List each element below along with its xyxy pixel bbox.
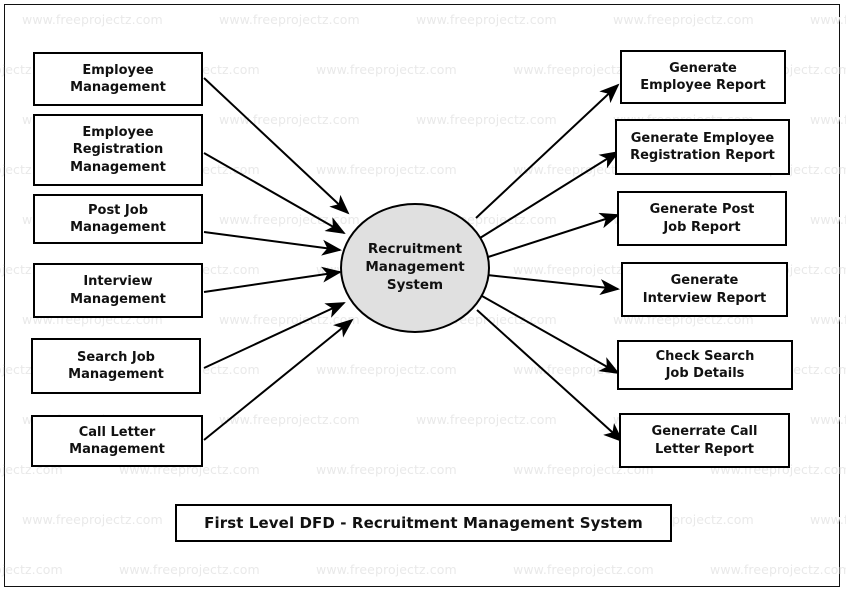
entity-generate-employee-report[interactable]: Generate Employee Report (620, 50, 786, 104)
entity-label-line2: Registration (72, 142, 164, 158)
dfd-diagram-canvas: www.freeprojectz.com www.freeprojectz.com… (0, 0, 846, 593)
entity-label-line2: Registration Report (630, 148, 775, 163)
entity-search-job-management[interactable]: Search Job Management (31, 338, 201, 394)
entity-label-line3: Management (70, 159, 166, 175)
entity-label-line1: Generrate Call (651, 424, 758, 440)
entity-label: Generate Post Job Report (645, 201, 760, 236)
entity-label-line2: Job Report (663, 219, 741, 235)
process-label-line1: Recruitment (367, 241, 463, 258)
entity-label-line2: Management (69, 442, 165, 457)
watermark-text: www.freeprojectz.com (513, 562, 654, 577)
flow-process-to-generate-employee-report (475, 83, 620, 219)
entity-label-line2: Management (70, 291, 166, 307)
flow-search-job-to-process (203, 302, 346, 369)
watermark-text: www.freeprojectz.com (810, 512, 846, 527)
flow-process-to-generate-employee-registration-report (479, 150, 620, 239)
entity-label-line2: Management (70, 80, 166, 95)
entity-label-line2: Management (68, 367, 164, 382)
watermark-text: www.freeprojectz.com (613, 12, 754, 27)
entity-label-line1: Call Letter (78, 424, 156, 440)
watermark-text: www.freeprojectz.com (416, 112, 557, 127)
entity-label-line1: Generate (669, 60, 737, 76)
entity-label-line2: Management (70, 220, 166, 235)
entity-label: Employee Registration Management (65, 124, 171, 176)
flow-interview-to-process (203, 266, 342, 293)
entity-label-line1: Search Job (77, 349, 155, 365)
entity-label-line1: Interview (83, 274, 153, 290)
watermark-text: www.freeprojectz.com (316, 362, 457, 377)
entity-check-search-job-details[interactable]: Check Search Job Details (617, 340, 793, 390)
entity-label: Generate Employee Report (635, 60, 770, 95)
watermark-text: www.freeprojectz.com (810, 412, 846, 427)
flow-post-job-to-process (203, 231, 342, 256)
entity-label: Search Job Management (63, 349, 169, 384)
flow-employee-management-to-process (203, 77, 350, 215)
flow-call-letter-to-process (203, 318, 354, 441)
flow-process-to-generate-interview-report (486, 274, 620, 296)
watermark-text: www.freeprojectz.com (710, 562, 846, 577)
watermark-text: www.freeprojectz.com (22, 512, 163, 527)
flow-process-to-generate-call-letter-report (476, 309, 624, 443)
watermark-text: www.freeprojectz.com (316, 462, 457, 477)
watermark-text: www.freeprojectz.com (0, 562, 63, 577)
entity-label: Generate Employee Registration Report (625, 130, 780, 165)
watermark-text: www.freeprojectz.com (219, 412, 360, 427)
flow-process-to-generate-post-job-report (484, 212, 620, 259)
watermark-text: www.freeprojectz.com (810, 112, 846, 127)
watermark-text: www.freeprojectz.com (22, 12, 163, 27)
diagram-title: First Level DFD - Recruitment Management… (204, 514, 643, 532)
watermark-text: www.freeprojectz.com (316, 562, 457, 577)
entity-generate-employee-registration-report[interactable]: Generate Employee Registration Report (615, 119, 790, 175)
entity-label: Generrate Call Letter Report (647, 423, 763, 458)
entity-label-line1: Post Job (87, 202, 148, 218)
entity-interview-management[interactable]: Interview Management (33, 263, 203, 318)
entity-label-line2: Employee Report (640, 78, 766, 93)
entity-label: Employee Management (65, 62, 171, 97)
entity-label-line2: Letter Report (655, 441, 754, 457)
entity-label-line1: Employee (82, 62, 154, 78)
entity-label-line1: Check Search (655, 348, 755, 364)
entity-label: Call Letter Management (64, 424, 170, 459)
watermark-text: www.freeprojectz.com (810, 312, 846, 327)
watermark-text: www.freeprojectz.com (219, 212, 360, 227)
process-label-line3: System (386, 276, 444, 293)
entity-label: Post Job Management (65, 202, 171, 237)
watermark-text: www.freeprojectz.com (810, 212, 846, 227)
watermark-text: www.freeprojectz.com (219, 312, 360, 327)
entity-label-line2: Interview Report (642, 290, 767, 306)
watermark-text: www.freeprojectz.com (316, 62, 457, 77)
watermark-text: www.freeprojectz.com (219, 12, 360, 27)
flow-process-to-check-search-job-details (481, 295, 620, 374)
entity-label: Interview Management (65, 273, 171, 308)
entity-call-letter-management[interactable]: Call Letter Management (31, 415, 203, 467)
entity-employee-registration-management[interactable]: Employee Registration Management (33, 114, 203, 186)
flow-employee-registration-to-process (203, 152, 346, 234)
entity-generate-post-job-report[interactable]: Generate Post Job Report (617, 191, 787, 246)
watermark-text: www.freeprojectz.com (119, 562, 260, 577)
entity-label: Generate Interview Report (638, 272, 772, 307)
entity-label-line1: Generate (670, 273, 739, 289)
entity-generate-interview-report[interactable]: Generate Interview Report (621, 262, 788, 317)
process-label-line2: Management (365, 259, 465, 276)
watermark-text: www.freeprojectz.com (316, 162, 457, 177)
entity-label: Check Search Job Details (651, 348, 760, 383)
process-recruitment-management-system[interactable]: Recruitment Management System (340, 203, 490, 333)
entity-employee-management[interactable]: Employee Management (33, 52, 203, 106)
entity-label-line2: Job Details (665, 366, 745, 381)
diagram-title-box: First Level DFD - Recruitment Management… (175, 504, 672, 542)
watermark-text: www.freeprojectz.com (219, 112, 360, 127)
entity-label-line1: Employee (82, 124, 154, 140)
process-label: Recruitment Management System (359, 241, 470, 294)
watermark-text: www.freeprojectz.com (416, 12, 557, 27)
watermark-text: www.freeprojectz.com (416, 412, 557, 427)
entity-label-line1: Generate Employee (630, 130, 775, 146)
entity-post-job-management[interactable]: Post Job Management (33, 194, 203, 244)
entity-label-line1: Generate Post (649, 202, 755, 218)
entity-generate-call-letter-report[interactable]: Generrate Call Letter Report (619, 413, 790, 468)
watermark-text: www.freeprojectz.com (810, 12, 846, 27)
